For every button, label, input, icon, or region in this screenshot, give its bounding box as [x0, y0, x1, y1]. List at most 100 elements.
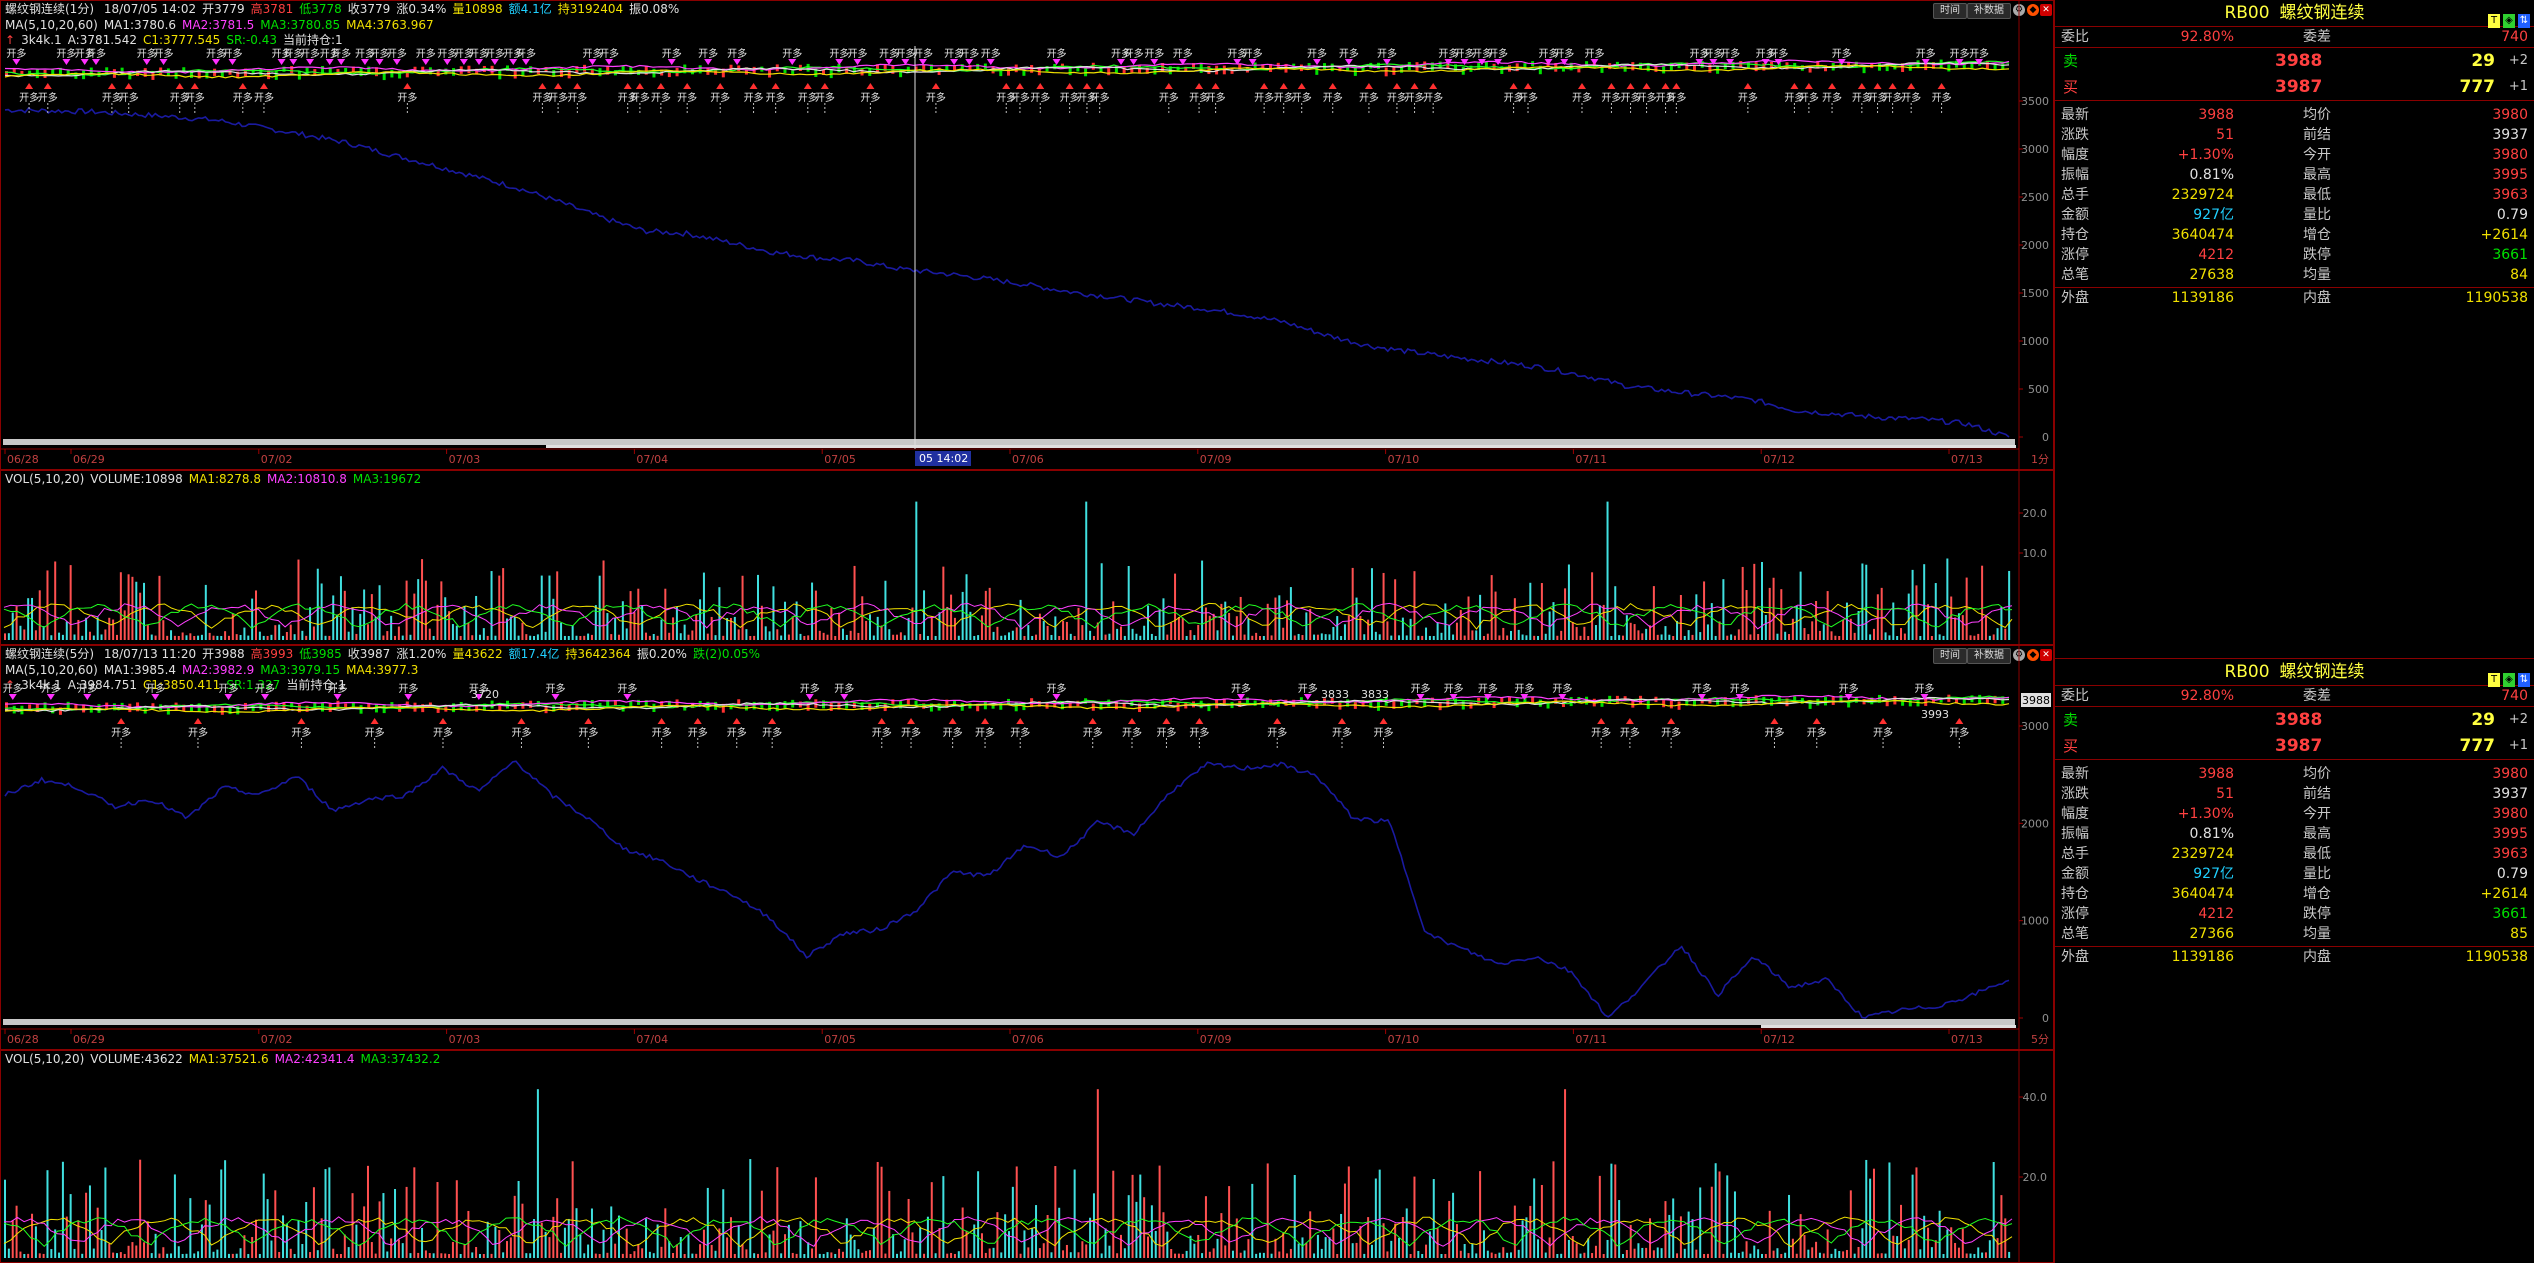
volume-bar — [166, 635, 169, 640]
candle — [1376, 62, 1380, 69]
volume-bar — [1830, 1253, 1833, 1258]
pin-icon[interactable]: T — [2488, 673, 2500, 687]
mid-volume-canvas[interactable]: 40.0 20.0 — [1, 1051, 2053, 1262]
volume-bar — [96, 617, 99, 640]
volume-bar — [1521, 634, 1524, 640]
volume-bar — [1174, 1253, 1177, 1258]
buy-price[interactable]: 3987 — [2275, 733, 2322, 759]
volume-bar — [1459, 609, 1462, 640]
volume-bar — [1262, 1252, 1265, 1258]
volume-bar — [818, 1253, 821, 1258]
volume-bar — [1035, 634, 1038, 640]
volume-bar — [1459, 1250, 1462, 1258]
volume-bar — [1988, 635, 1991, 640]
sell-row[interactable]: 卖 3988 29 +2 — [2055, 707, 2534, 733]
volume-bar — [459, 1253, 462, 1258]
sell-price[interactable]: 3988 — [2275, 48, 2322, 74]
sort-icon[interactable]: ⇅ — [2518, 673, 2530, 687]
signal-label: 开多 — [77, 682, 97, 695]
volume-bar — [1324, 634, 1327, 640]
long-signal-icon — [1804, 83, 1813, 89]
volume-bar — [799, 1221, 802, 1258]
signal-label: 开多 — [727, 47, 747, 60]
top-price-chart[interactable]: 螺纹钢连续(1分) 18/07/05 14:02 开3779 高3781 低3778 收… — [0, 0, 2054, 470]
volume-bar — [1189, 630, 1192, 640]
volume-bar — [610, 1206, 613, 1258]
y-tick-label: 10.0 — [2023, 547, 2048, 560]
long-signal-icon — [1065, 83, 1074, 89]
volume-bar — [1826, 591, 1829, 640]
volume-bar — [1606, 501, 1609, 640]
volume-bar — [305, 635, 308, 640]
volume-bar — [1432, 1179, 1435, 1258]
volume-bar — [231, 1253, 234, 1258]
cursor-date-label: 05 14:02 — [919, 452, 968, 465]
long-signal-icon — [517, 718, 526, 724]
volume-bar — [1193, 635, 1196, 640]
top-volume-canvas[interactable]: 20.0 10.0 — [1, 471, 2053, 644]
quote-stat-row: 金额 927亿 量比 0.79 — [2055, 205, 2534, 225]
volume-bar — [1710, 1186, 1713, 1258]
top-volume-chart[interactable]: VOL(5,10,20) VOLUME:10898 MA1:8278.8 MA2:10… — [0, 470, 2054, 645]
volume-bar — [857, 1249, 860, 1258]
buy-row[interactable]: 买 3987 777 +1 — [2055, 733, 2534, 760]
volume-bar — [1510, 1252, 1512, 1258]
candle — [598, 68, 602, 77]
volume-bar — [502, 1252, 505, 1258]
mid-price-chart[interactable]: 螺纹钢连续(5分) 18/07/13 11:20 开3988 高3993 低3985 收… — [0, 645, 2054, 1050]
buy-row[interactable]: 买 3987 777 +1 — [2055, 74, 2534, 101]
signal-label: 开多 — [662, 47, 682, 60]
volume-bar — [1656, 1247, 1659, 1258]
volume-bar — [1409, 618, 1412, 640]
volume-bar — [1726, 1175, 1729, 1258]
signal-label: 开多 — [1274, 91, 1294, 104]
sort-icon[interactable]: ⇅ — [2518, 14, 2530, 28]
signal-label: 开多 — [145, 682, 165, 695]
y-tick-label: 1000 — [2021, 335, 2049, 348]
volume-bar — [1896, 635, 1899, 640]
signal-label: 开多 — [1620, 726, 1640, 739]
volume-bar — [1780, 1253, 1783, 1258]
volume-bar — [1834, 1248, 1837, 1258]
candle — [1122, 66, 1126, 74]
buy-price[interactable]: 3987 — [2275, 74, 2322, 100]
candle — [1330, 63, 1334, 72]
volume-bar — [274, 625, 277, 640]
volume-bar — [1058, 1207, 1061, 1258]
volume-bar — [536, 1089, 539, 1258]
volume-bar — [1757, 1249, 1760, 1258]
volume-bar — [1475, 630, 1478, 640]
volume-bar — [1255, 1253, 1258, 1258]
mid-chart-canvas[interactable]: 3000200010000开多 开多 开多开多开多开多开多 开多开多开多开多开多开多开… — [1, 646, 2053, 1049]
pin-icon[interactable]: T — [2488, 14, 2500, 28]
refresh-icon[interactable]: ◈ — [2503, 14, 2515, 28]
top-chart-canvas[interactable]: 3500300025002000150010005000开多开多开多开多开多开多… — [1, 1, 2053, 469]
volume-bar — [980, 615, 983, 640]
volume-bar — [1143, 1197, 1146, 1258]
signal-label: 开多 — [1518, 91, 1538, 104]
stat-label: 跌停 — [2303, 247, 2331, 263]
sell-row[interactable]: 卖 3988 29 +2 — [2055, 48, 2534, 74]
volume-bar — [1961, 615, 1964, 640]
stat-label: 均价 — [2303, 107, 2331, 123]
volume-bar — [807, 1242, 810, 1258]
waipan-value: 1139186 — [2171, 949, 2234, 965]
signal-label: 开多 — [1083, 726, 1103, 739]
volume-bar — [34, 630, 37, 640]
refresh-icon[interactable]: ◈ — [2503, 673, 2515, 687]
volume-bar — [606, 613, 609, 640]
volume-bar — [1069, 633, 1072, 640]
volume-bar — [1776, 1248, 1779, 1258]
volume-bar — [934, 635, 937, 640]
volume-bar — [556, 571, 559, 640]
volume-bar — [1274, 1238, 1277, 1258]
volume-bar — [1687, 630, 1690, 640]
volume-bar — [270, 1240, 273, 1258]
volume-bar — [652, 1253, 655, 1258]
sell-price[interactable]: 3988 — [2275, 707, 2322, 733]
volume-bar — [69, 565, 72, 640]
volume-bar — [1884, 1253, 1887, 1258]
volume-bar — [1529, 582, 1532, 640]
mid-volume-chart[interactable]: VOL(5,10,20) VOLUME:43622 MA1:37521.6 MA2:4… — [0, 1050, 2054, 1263]
volume-bar — [996, 626, 999, 640]
